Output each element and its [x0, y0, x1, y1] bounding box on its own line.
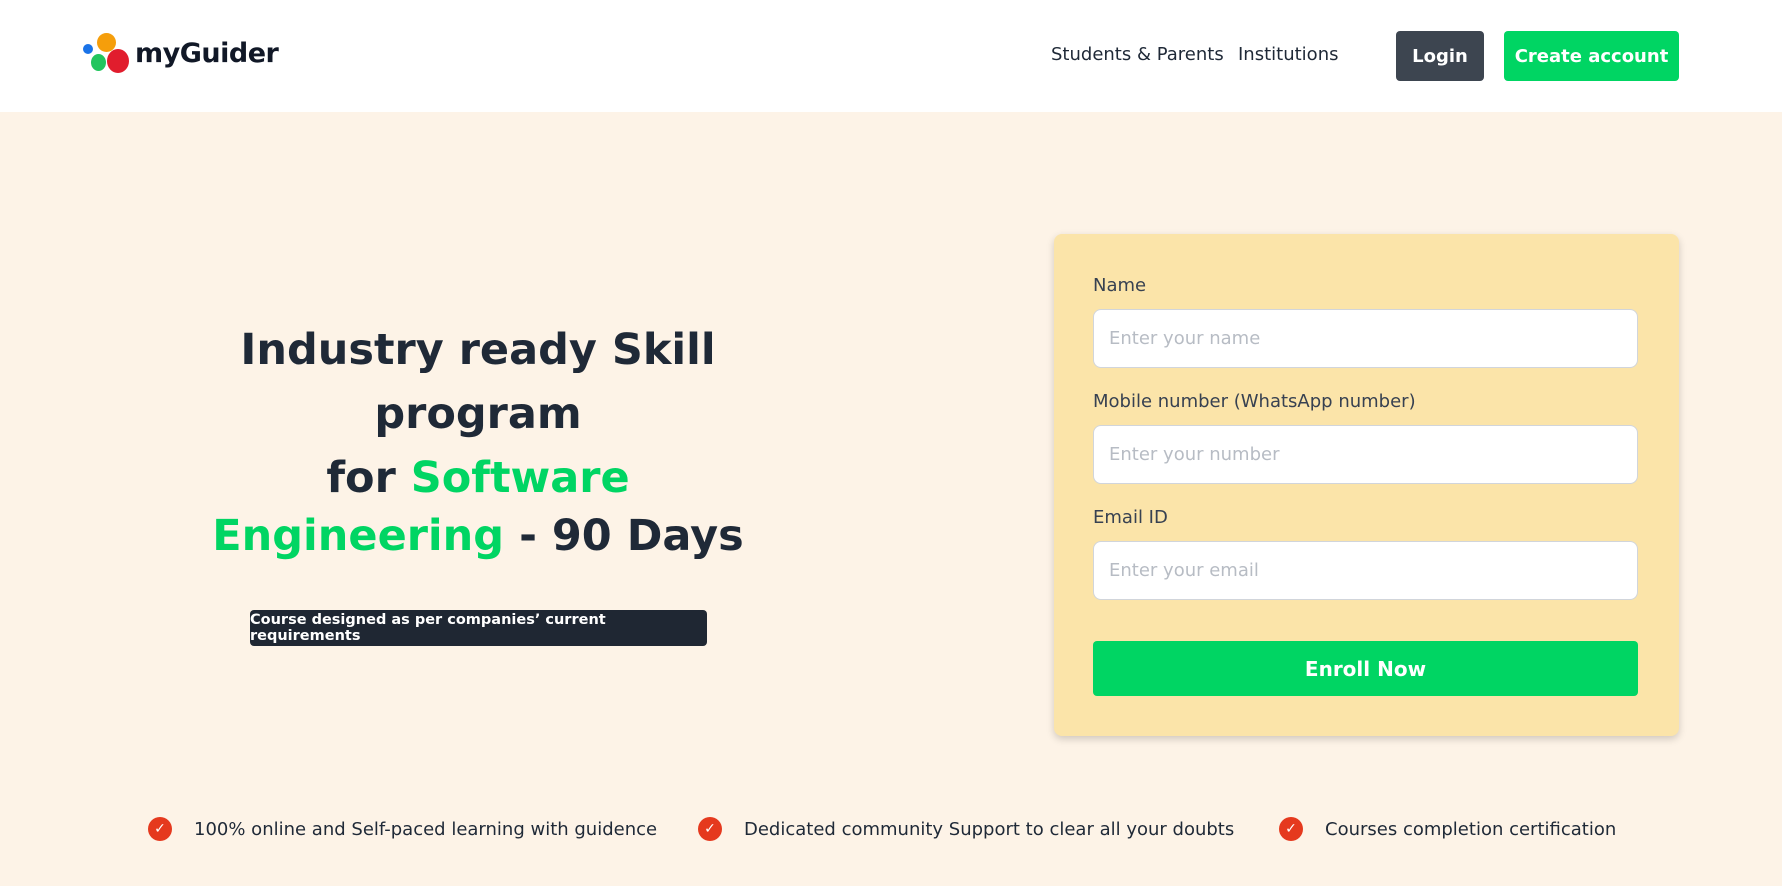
- hero-title-line4: Engineering - 90 Days: [200, 510, 756, 562]
- feature-text: Courses completion certification: [1325, 818, 1617, 840]
- mobile-input[interactable]: [1093, 425, 1638, 484]
- name-label: Name: [1093, 275, 1147, 296]
- feature-item: ✓ 100% online and Self-paced learning wi…: [148, 817, 657, 841]
- feature-text: 100% online and Self-paced learning with…: [194, 818, 658, 840]
- feature-item: ✓ Dedicated community Support to clear a…: [698, 817, 1234, 841]
- logo-icon: [83, 31, 133, 75]
- logo-text: myGuider: [135, 37, 279, 69]
- logo[interactable]: myGuider: [83, 31, 279, 75]
- check-icon: ✓: [148, 817, 172, 841]
- nav-institutions[interactable]: Institutions: [1238, 44, 1338, 65]
- hero-title: Industry ready Skill program for Softwar…: [200, 318, 756, 562]
- feature-item: ✓ Courses completion certification: [1279, 817, 1616, 841]
- hero-title-line3: for Software: [200, 446, 756, 510]
- hero-title-engineering: Engineering: [212, 511, 505, 561]
- feature-text: Dedicated community Support to clear all…: [744, 818, 1235, 840]
- enroll-form-card: Name Mobile number (WhatsApp number) Ema…: [1054, 234, 1679, 736]
- check-icon: ✓: [698, 817, 722, 841]
- hero-title-software: Software: [410, 453, 630, 503]
- hero-title-line1: Industry ready Skill: [240, 325, 716, 375]
- hero-title-line2: program: [374, 389, 582, 439]
- tagline-badge: Course designed as per companies’ curren…: [250, 610, 707, 646]
- create-account-button[interactable]: Create account: [1504, 31, 1679, 81]
- login-button[interactable]: Login: [1396, 31, 1484, 81]
- nav-students-parents[interactable]: Students & Parents: [1051, 44, 1224, 65]
- name-input[interactable]: [1093, 309, 1638, 368]
- site-header: myGuider Students & Parents Institutions…: [0, 0, 1782, 112]
- hero-title-for: for: [326, 453, 396, 503]
- hero-title-days: - 90 Days: [519, 511, 744, 561]
- enroll-now-button[interactable]: Enroll Now: [1093, 641, 1638, 696]
- email-label: Email ID: [1093, 507, 1168, 528]
- email-input[interactable]: [1093, 541, 1638, 600]
- mobile-label: Mobile number (WhatsApp number): [1093, 391, 1416, 412]
- check-icon: ✓: [1279, 817, 1303, 841]
